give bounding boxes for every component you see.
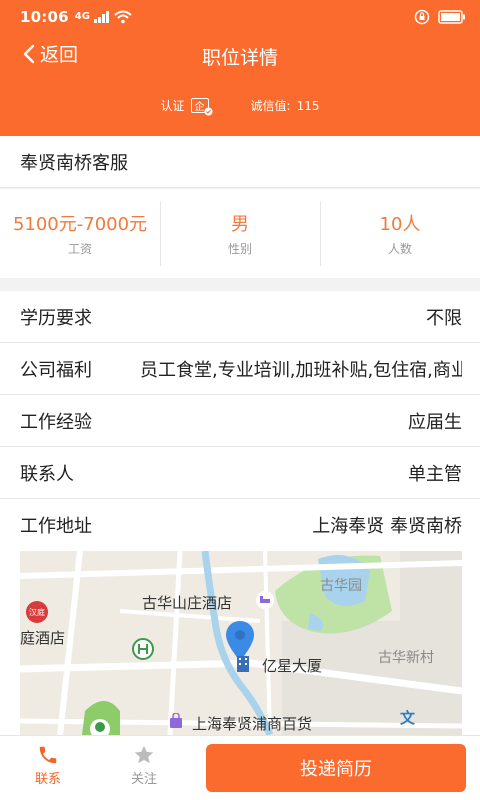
stat-headcount: 10人 人数	[320, 189, 480, 278]
network-icon: 4G	[75, 12, 90, 22]
culture-icon: 文	[400, 707, 415, 728]
contact-person-label: 联系人	[20, 463, 74, 485]
metro-station-icon	[132, 638, 154, 660]
credit-label: 诚信值:	[250, 99, 291, 113]
enterprise-cert-icon: 企	[190, 98, 213, 116]
bottom-action-bar: 联系 关注 投递简历	[0, 735, 480, 800]
map-label-park: 古华园	[320, 578, 362, 594]
tree-icon	[90, 719, 110, 735]
experience-row: 工作经验 应届生	[0, 395, 480, 447]
cert-label: 认证	[160, 99, 185, 113]
hotel-brand-icon: 汉庭	[26, 601, 48, 623]
credit-value: 115	[296, 98, 320, 113]
bed-icon	[256, 591, 274, 609]
signal-icon	[93, 11, 109, 23]
map-label-store: 上海奉贤浦商百货	[192, 715, 313, 733]
address-value: 上海奉贤 奉贤南桥	[312, 516, 462, 537]
gender-value: 男	[231, 214, 249, 235]
address-row: 工作地址 上海奉贤 奉贤南桥	[0, 499, 480, 551]
map-label-building: 亿星大厦	[262, 657, 323, 675]
education-value: 不限	[426, 307, 462, 329]
benefits-value: 员工食堂,专业培训,加班补贴,包住宿,商业保险	[140, 359, 462, 381]
follow-button[interactable]: 关注	[114, 744, 174, 787]
header: 10:06 4G 返回 职位详情 认证 企 诚信值: 115	[0, 0, 480, 136]
shopping-bag-icon	[170, 713, 182, 728]
address-label: 工作地址	[20, 516, 92, 537]
benefits-label: 公司福利	[20, 359, 92, 381]
battery-icon	[438, 10, 465, 24]
status-bar: 10:06 4G	[0, 0, 480, 34]
credential-row: 认证 企 诚信值: 115	[0, 97, 480, 116]
experience-value: 应届生	[408, 411, 462, 433]
submit-resume-button[interactable]: 投递简历	[206, 744, 466, 792]
star-icon	[134, 745, 154, 764]
experience-label: 工作经验	[20, 411, 92, 433]
culture-icon-text: 文	[400, 709, 416, 727]
map-label-guhua-hotel: 古华山庄酒店	[142, 594, 233, 612]
follow-label: 关注	[130, 772, 157, 787]
salary-label: 工资	[67, 242, 92, 256]
stat-gender: 男 性别	[160, 189, 320, 278]
map-label-village: 古华新村	[378, 650, 434, 666]
check-circle-icon	[203, 107, 213, 116]
gender-label: 性别	[227, 242, 252, 256]
status-right	[414, 9, 466, 25]
phone-icon	[39, 746, 57, 764]
headcount-label: 人数	[387, 242, 412, 256]
network-label: 4G	[74, 11, 90, 22]
back-button[interactable]: 返回	[22, 40, 78, 67]
wifi-icon	[114, 10, 132, 24]
back-label: 返回	[40, 44, 79, 66]
contact-person-row: 联系人 单主管	[0, 447, 480, 499]
education-label: 学历要求	[20, 307, 92, 329]
benefits-row: 公司福利 员工食堂,专业培训,加班补贴,包住宿,商业保险	[0, 343, 480, 395]
location-map[interactable]: 汉庭 庭酒店 古华山庄酒店 古华园 亿星大厦 古华新村 上海奉贤浦商百货 文	[20, 551, 462, 735]
salary-value: 5100元-7000元	[12, 214, 148, 235]
nav-bar: 返回 职位详情	[0, 36, 480, 76]
contact-person-value: 单主管	[408, 463, 462, 485]
job-stats: 5100元-7000元 工资 男 性别 10人 人数	[0, 189, 480, 278]
contact-button[interactable]: 联系	[18, 744, 78, 787]
job-title-row: 奉贤南桥客服	[0, 136, 480, 188]
headcount-value: 10人	[379, 214, 421, 235]
chevron-left-icon	[23, 44, 35, 63]
status-icons: 4G	[75, 10, 132, 24]
job-title: 奉贤南桥客服	[20, 152, 128, 174]
stat-salary: 5100元-7000元 工资	[0, 189, 160, 278]
map-label-hotel-left: 庭酒店	[20, 629, 66, 647]
education-row: 学历要求 不限	[0, 291, 480, 343]
lock-rotation-icon	[414, 9, 430, 25]
contact-label: 联系	[34, 772, 61, 787]
hotel-brand-text: 汉庭	[29, 607, 45, 617]
status-time: 10:06	[20, 8, 69, 26]
building-icon	[237, 656, 249, 672]
